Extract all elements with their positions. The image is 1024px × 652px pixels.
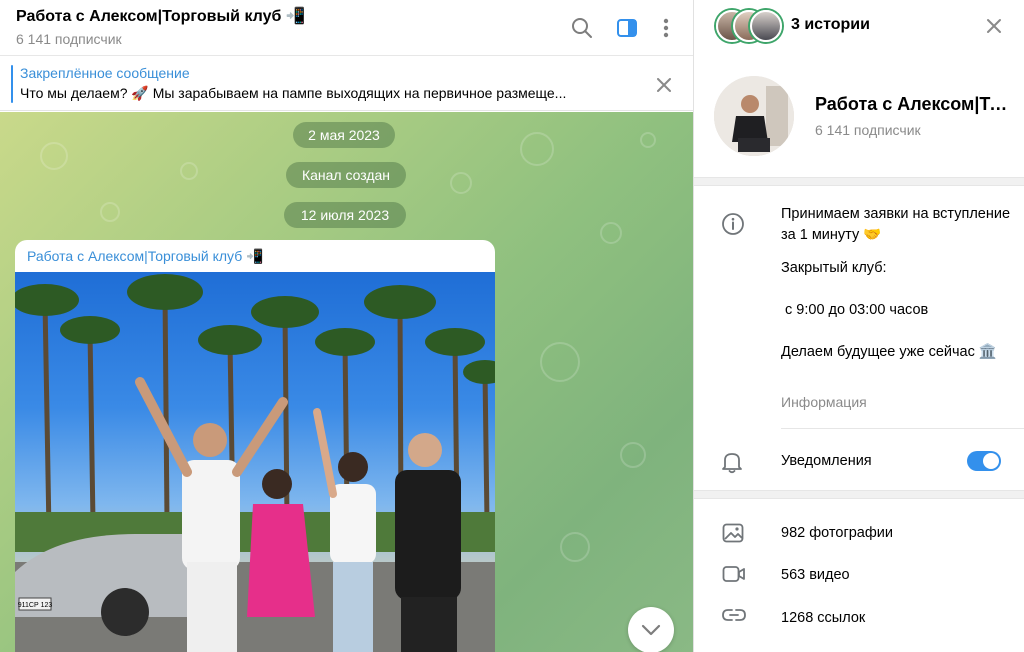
- photo-icon: [722, 523, 744, 548]
- channel-avatar[interactable]: [714, 76, 794, 156]
- description-line: Закрытый клуб:: [781, 260, 887, 276]
- media-label: 563 видео: [781, 567, 850, 583]
- chat-panel: Работа с Алексом|Торговый клуб 📲 6 141 п…: [0, 0, 693, 652]
- media-row-videos[interactable]: 563 видео: [694, 555, 1024, 595]
- post-author[interactable]: Работа с Алексом|Торговый клуб 📲: [27, 248, 264, 265]
- description-line: Делаем будущее уже сейчас 🏛️: [781, 344, 997, 360]
- scroll-down-button[interactable]: [628, 607, 674, 652]
- channel-info-panel: 3 истории Работа с Алексом|Торговый клуб…: [694, 0, 1024, 652]
- channel-post[interactable]: Работа с Алексом|Торговый клуб 📲 911СР 1…: [15, 240, 495, 652]
- channel-subscriber-count: 6 141 подписчик: [815, 122, 921, 138]
- chat-subscriber-count: 6 141 подписчик: [16, 31, 122, 47]
- media-label: 1268 ссылок: [781, 610, 866, 626]
- pinned-title: Закреплённое сообщение: [20, 65, 190, 81]
- chat-title[interactable]: Работа с Алексом|Торговый клуб 📲: [16, 6, 306, 26]
- search-button[interactable]: [564, 10, 600, 46]
- video-icon: [722, 565, 746, 588]
- pinned-message-bar[interactable]: Закреплённое сообщение Что мы делаем? 🚀 …: [0, 57, 693, 111]
- info-caption: Информация: [781, 394, 867, 410]
- close-icon: [987, 19, 1001, 33]
- close-panel-button[interactable]: [980, 12, 1008, 40]
- channel-name: Работа с Алексом|Торговый клуб 📲: [815, 94, 1010, 114]
- stories-row[interactable]: 3 истории: [694, 0, 1024, 54]
- pinned-indicator: [11, 65, 13, 103]
- stories-label[interactable]: 3 истории: [791, 16, 870, 34]
- description-line: Принимаем заявки на вступление за 1 мину…: [781, 206, 1015, 243]
- channel-description: Принимаем заявки на вступление за 1 мину…: [781, 204, 1011, 363]
- story-avatar[interactable]: [750, 10, 782, 42]
- row-divider: [781, 428, 1024, 429]
- chat-wallpaper: 2 мая 2023 Канал создан 12 июля 2023 Раб…: [0, 112, 693, 652]
- notifications-label: Уведомления: [781, 453, 872, 469]
- close-icon: [657, 78, 671, 92]
- toggle-knob: [983, 453, 999, 469]
- media-label: 982 фотографии: [781, 525, 893, 541]
- toggle-sidebar-button[interactable]: [609, 10, 645, 46]
- bell-icon: [721, 450, 743, 479]
- chat-header[interactable]: Работа с Алексом|Торговый клуб 📲 6 141 п…: [0, 0, 693, 56]
- avatar-photo: [714, 76, 794, 156]
- media-row-links[interactable]: 1268 ссылок: [694, 598, 1024, 638]
- pinned-text: Что мы делаем? 🚀 Мы зарабываем на пампе …: [20, 85, 567, 101]
- notifications-row[interactable]: Уведомления: [694, 440, 1024, 484]
- service-message: Канал создан: [286, 162, 406, 188]
- chevron-down-icon: [641, 624, 661, 636]
- media-row-photos[interactable]: 982 фотографии: [694, 513, 1024, 553]
- post-photo[interactable]: 911СР 123: [15, 272, 495, 652]
- sidebar-panel-icon: [617, 19, 637, 37]
- link-icon: [722, 608, 746, 627]
- notifications-toggle[interactable]: [967, 451, 1001, 471]
- license-plate: 911СР 123: [18, 602, 53, 609]
- more-vertical-icon: [663, 18, 669, 38]
- date-separator: 12 июля 2023: [284, 202, 406, 228]
- description-line: с 9:00 до 03:00 часов: [781, 302, 929, 318]
- section-separator: [694, 490, 1024, 499]
- search-icon: [572, 18, 592, 38]
- info-icon: [721, 212, 745, 236]
- story-avatars[interactable]: [716, 10, 782, 42]
- group-photo-illustration: 911СР 123: [15, 274, 495, 652]
- section-separator: [694, 177, 1024, 186]
- more-menu-button[interactable]: [648, 10, 684, 46]
- date-separator: 2 мая 2023: [293, 122, 395, 148]
- unpin-button[interactable]: [650, 71, 678, 99]
